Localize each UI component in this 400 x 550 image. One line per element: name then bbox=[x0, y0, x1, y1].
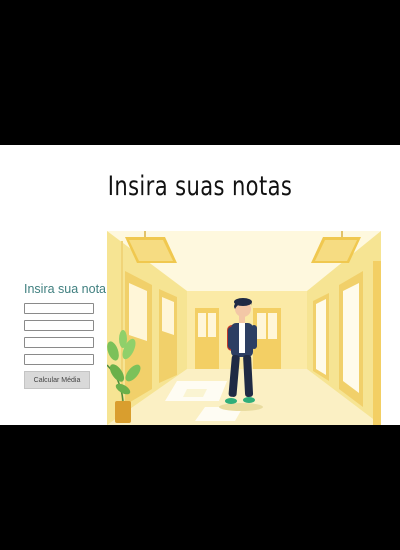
page-content: Insira suas notas Insira sua nota Calcul… bbox=[0, 145, 400, 425]
grade-input-2[interactable] bbox=[24, 320, 94, 331]
grade-input-3[interactable] bbox=[24, 337, 94, 348]
page-title: Insira suas notas bbox=[107, 171, 293, 203]
grade-input-4[interactable] bbox=[24, 354, 94, 365]
calculate-average-button[interactable]: Calcular Média bbox=[24, 371, 90, 389]
grade-form: Insira sua nota Calcular Média bbox=[24, 282, 106, 389]
grade-input-1[interactable] bbox=[24, 303, 94, 314]
form-heading: Insira sua nota bbox=[24, 282, 106, 296]
school-hallway-illustration bbox=[107, 231, 381, 425]
